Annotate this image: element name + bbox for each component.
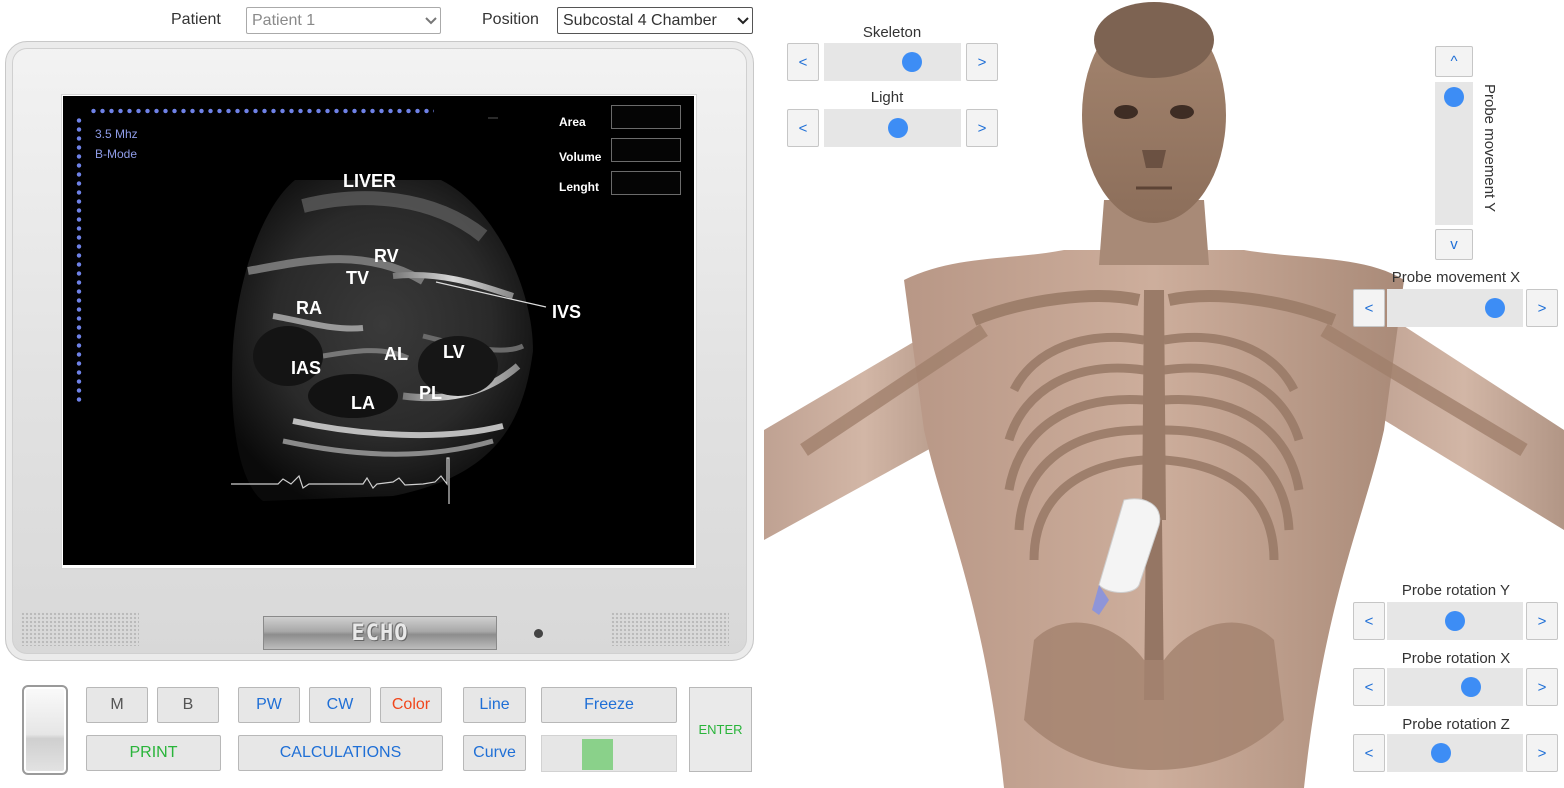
cw-button[interactable]: CW (309, 687, 371, 723)
skeleton-label: Skeleton (862, 24, 922, 41)
probe-rotation-x-thumb[interactable] (1460, 677, 1481, 697)
probe-movement-y-thumb[interactable] (1444, 87, 1464, 107)
line-button[interactable]: Line (463, 687, 526, 723)
probe-rotation-x-increase-button[interactable]: > (1526, 668, 1558, 706)
probe-rotation-z-thumb[interactable] (1431, 743, 1452, 763)
volume-field (611, 138, 681, 162)
probe-rotation-y-thumb[interactable] (1445, 611, 1465, 631)
depth-scale-horizontal (89, 108, 434, 114)
probe-rotation-y-label: Probe rotation Y (1401, 582, 1511, 599)
b-mode-button[interactable]: B (157, 687, 219, 723)
m-mode-button[interactable]: M (86, 687, 148, 723)
probe-rotation-x-label: Probe rotation X (1401, 650, 1511, 667)
echo-image (231, 117, 547, 504)
skeleton-slider-thumb[interactable] (901, 52, 922, 72)
length-label: Lenght (559, 180, 599, 194)
mode-text: B-Mode (95, 147, 138, 161)
probe-movement-x-decrease-button[interactable]: < (1353, 289, 1385, 327)
probe-movement-x-slider[interactable] (1387, 289, 1523, 327)
freeze-button[interactable]: Freeze (541, 687, 677, 723)
probe-rotation-z-decrease-button[interactable]: < (1353, 734, 1385, 772)
power-switch[interactable] (22, 685, 68, 775)
frame-slider-thumb[interactable] (582, 739, 613, 770)
print-button[interactable]: PRINT (86, 735, 221, 771)
light-slider[interactable] (824, 109, 961, 147)
skeleton-slider[interactable] (824, 43, 961, 81)
probe-movement-x-increase-button[interactable]: > (1526, 289, 1558, 327)
color-button[interactable]: Color (380, 687, 442, 723)
echo-logo-plate: ECHO (263, 616, 497, 650)
probe-rotation-y-increase-button[interactable]: > (1526, 602, 1558, 640)
light-decrease-button[interactable]: < (787, 109, 819, 147)
length-field (611, 171, 681, 195)
label-ivs: IVS (552, 302, 582, 322)
volume-label: Volume (559, 150, 602, 164)
enter-button[interactable]: ENTER (689, 687, 752, 772)
position-label: Position (482, 11, 539, 28)
position-select-value: Subcostal 4 Chamber (563, 11, 717, 29)
speaker-grille-left (21, 612, 139, 646)
label-rv: RV (374, 246, 399, 266)
label-ra: RA (296, 298, 322, 318)
frequency-text: 3.5 Mhz (95, 127, 138, 141)
ultrasound-monitor: 3.5 Mhz B-Mode Area Volume Lenght LIVER … (5, 41, 754, 661)
label-liver: LIVER (343, 171, 397, 191)
light-label: Light (870, 89, 904, 106)
position-select[interactable]: Subcostal 4 Chamber (557, 7, 753, 34)
echo-simulator: Patient Patient 1 Position Subcostal 4 C… (0, 0, 1564, 788)
curve-button[interactable]: Curve (463, 735, 526, 771)
skeleton-increase-button[interactable]: > (966, 43, 998, 81)
probe-rotation-x-decrease-button[interactable]: < (1353, 668, 1385, 706)
pw-button[interactable]: PW (238, 687, 300, 723)
depth-scale-vertical (76, 116, 82, 406)
probe-movement-y-label: Probe movement Y (1481, 84, 1498, 213)
frame-slider[interactable] (541, 735, 677, 772)
power-led (534, 629, 543, 638)
probe-rotation-x-slider[interactable] (1387, 668, 1523, 706)
probe-rotation-y-decrease-button[interactable]: < (1353, 602, 1385, 640)
light-slider-thumb[interactable] (887, 118, 908, 138)
label-tv: TV (346, 268, 370, 288)
label-pl: PL (419, 383, 443, 403)
area-label: Area (559, 115, 586, 129)
calculations-button[interactable]: CALCULATIONS (238, 735, 443, 771)
probe-rotation-z-slider[interactable] (1387, 734, 1523, 772)
label-al: AL (384, 344, 408, 364)
label-ias: IAS (291, 358, 322, 378)
probe-rotation-z-label: Probe rotation Z (1402, 716, 1510, 733)
light-increase-button[interactable]: > (966, 109, 998, 147)
probe-movement-y-down-button[interactable]: v (1435, 229, 1473, 260)
skeleton-decrease-button[interactable]: < (787, 43, 819, 81)
speaker-grille-right (611, 612, 729, 646)
chevron-down-icon (422, 16, 440, 25)
probe-rotation-z-increase-button[interactable]: > (1526, 734, 1558, 772)
probe-movement-y-up-button[interactable]: ^ (1435, 46, 1473, 77)
patient-label: Patient (171, 11, 221, 28)
chevron-down-icon (734, 16, 752, 25)
ultrasound-screen: 3.5 Mhz B-Mode Area Volume Lenght LIVER … (63, 96, 694, 565)
patient-select[interactable]: Patient 1 (246, 7, 441, 34)
probe-movement-y-slider[interactable] (1435, 82, 1473, 225)
probe-rotation-y-slider[interactable] (1387, 602, 1523, 640)
probe-movement-x-thumb[interactable] (1485, 298, 1506, 318)
patient-select-value: Patient 1 (252, 11, 316, 29)
probe-movement-x-label: Probe movement X (1391, 269, 1521, 286)
label-la: LA (351, 393, 375, 413)
echo-logo: ECHO (351, 620, 409, 646)
label-lv: LV (443, 342, 465, 362)
area-field (611, 105, 681, 129)
